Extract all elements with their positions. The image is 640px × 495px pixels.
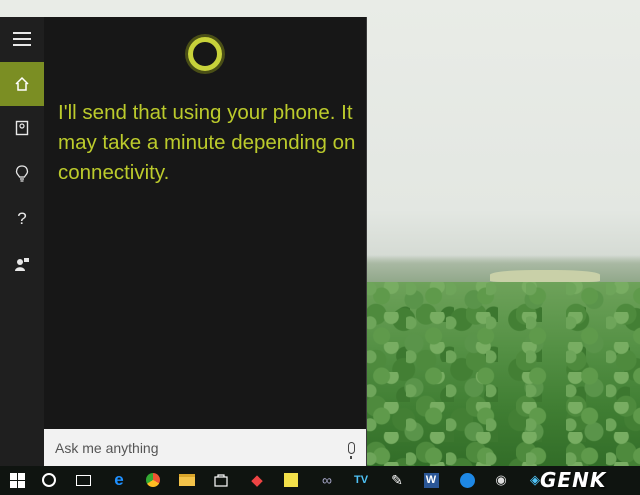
app-icon[interactable]: ◆: [246, 469, 268, 491]
messenger-icon[interactable]: [456, 469, 478, 491]
home-icon[interactable]: [0, 62, 44, 106]
app-icon[interactable]: ∞: [316, 469, 338, 491]
cortana-ring-icon: [188, 37, 222, 71]
cortana-panel: [44, 17, 366, 429]
app-icon[interactable]: [142, 469, 164, 491]
app-icon[interactable]: ✎: [386, 469, 408, 491]
app-icon[interactable]: ◉: [490, 469, 512, 491]
start-icon[interactable]: [6, 469, 28, 491]
edge-icon[interactable]: e: [108, 469, 130, 491]
microphone-icon[interactable]: [336, 441, 366, 459]
cortana-nav-rail: ?: [0, 17, 44, 466]
search-input[interactable]: Ask me anything: [55, 440, 336, 456]
cortana-response-text: I'll send that using your phone. It may …: [58, 101, 356, 184]
feedback-icon[interactable]: [0, 242, 44, 286]
meadow: [490, 270, 600, 282]
task-view-icon[interactable]: [72, 469, 94, 491]
panel-border: [366, 17, 367, 466]
help-icon[interactable]: ?: [0, 197, 44, 241]
menu-icon[interactable]: [0, 17, 44, 61]
sticky-notes-icon[interactable]: [280, 469, 302, 491]
cortana-icon[interactable]: [38, 469, 60, 491]
app-icon[interactable]: TV: [350, 469, 372, 491]
word-icon[interactable]: W: [420, 469, 442, 491]
genk-watermark: GENK: [540, 468, 607, 492]
notebook-icon[interactable]: [0, 106, 44, 150]
store-icon[interactable]: [210, 469, 232, 491]
file-explorer-icon[interactable]: [176, 469, 198, 491]
forest: [366, 282, 640, 466]
lightbulb-icon[interactable]: [0, 152, 44, 196]
search-box[interactable]: Ask me anything: [44, 429, 366, 466]
